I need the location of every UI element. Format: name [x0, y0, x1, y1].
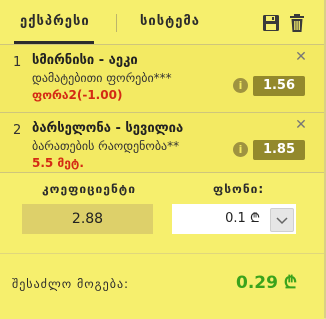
bet-selection: ფორა2(-1.00) — [32, 88, 123, 102]
close-icon[interactable]: ✕ — [294, 117, 308, 133]
bet-item: 1 სმირნისი - აეკი დამატებითი ფორები*** ფ… — [0, 44, 324, 113]
save-icon[interactable] — [262, 14, 280, 32]
bet-event-title: ბარსელონა - სევილია — [32, 121, 184, 136]
possible-win-label: შესაძლო მოგება: — [12, 277, 130, 291]
odds-badge: 1.56 — [253, 76, 305, 96]
stake-dropdown-button[interactable] — [270, 208, 294, 232]
coefficient-value: 2.88 — [22, 204, 153, 234]
odds-badge: 1.85 — [253, 140, 305, 160]
betslip-header: ექსპრესი სისტემა — [0, 0, 324, 44]
bet-event-title: სმირნისი - აეკი — [32, 53, 138, 68]
bet-index: 1 — [13, 55, 22, 70]
divider — [0, 253, 324, 254]
possible-win-value: 0.29 ₾ — [236, 273, 297, 293]
betslip-panel: ექსპრესი სისტემა 1 სმირნისი - აეკი დამატ… — [0, 0, 326, 319]
tab-express[interactable]: ექსპრესი — [20, 0, 90, 44]
close-icon[interactable]: ✕ — [294, 49, 308, 65]
tab-divider — [116, 14, 117, 32]
bet-selection: 5.5 მეტ. — [32, 156, 84, 170]
bet-market: ბარათების რაოდენობა** — [32, 139, 180, 153]
coefficient-label: კოეფიციენტი — [42, 182, 136, 196]
bet-market: დამატებითი ფორები*** — [32, 71, 172, 85]
stake-value[interactable]: 0.1 ₾ — [225, 204, 260, 234]
stake-input[interactable]: 0.1 ₾ — [172, 204, 296, 234]
bet-index: 2 — [13, 123, 22, 138]
tab-system[interactable]: სისტემა — [140, 0, 200, 44]
betslip-summary: კოეფიციენტი ფსონი: 2.88 0.1 ₾ შესაძლო მო… — [0, 172, 324, 319]
trash-icon[interactable] — [289, 13, 305, 33]
chevron-down-icon — [276, 217, 288, 225]
info-icon[interactable]: i — [233, 142, 248, 157]
stake-label: ფსონი: — [213, 182, 265, 196]
info-icon[interactable]: i — [233, 78, 248, 93]
bet-item: 2 ბარსელონა - სევილია ბარათების რაოდენობ… — [0, 112, 324, 173]
